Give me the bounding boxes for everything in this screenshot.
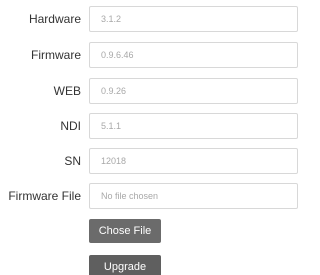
sn-field: 12018	[89, 148, 298, 174]
firmware-file-row: Firmware File No file chosen	[0, 183, 298, 209]
web-row: WEB 0.9.26	[0, 78, 298, 104]
file-status-text: No file chosen	[101, 191, 159, 201]
firmware-row: Firmware 0.9.6.46	[0, 42, 298, 68]
firmware-field: 0.9.6.46	[89, 42, 298, 68]
chose-file-button[interactable]: Chose File	[89, 219, 161, 243]
hardware-row: Hardware 3.1.2	[0, 6, 298, 32]
ndi-field: 5.1.1	[89, 113, 298, 139]
web-field: 0.9.26	[89, 78, 298, 104]
sn-label: SN	[64, 154, 81, 168]
sn-row: SN 12018	[0, 148, 298, 174]
hardware-label: Hardware	[28, 12, 81, 26]
ndi-row: NDI 5.1.1	[0, 113, 298, 139]
web-label: WEB	[53, 84, 81, 98]
hardware-field: 3.1.2	[89, 6, 298, 32]
ndi-label: NDI	[60, 119, 81, 133]
firmware-file-input[interactable]: No file chosen	[89, 183, 298, 209]
firmware-value: 0.9.6.46	[101, 50, 134, 60]
device-info-form: Hardware 3.1.2 Firmware 0.9.6.46 WEB 0.9…	[0, 0, 298, 275]
sn-value: 12018	[101, 156, 127, 166]
firmware-label: Firmware	[31, 48, 81, 62]
firmware-file-label: Firmware File	[8, 189, 81, 203]
upgrade-button[interactable]: Upgrade	[89, 255, 161, 275]
web-value: 0.9.26	[101, 86, 127, 96]
ndi-value: 5.1.1	[101, 121, 122, 131]
hardware-value: 3.1.2	[101, 14, 122, 24]
